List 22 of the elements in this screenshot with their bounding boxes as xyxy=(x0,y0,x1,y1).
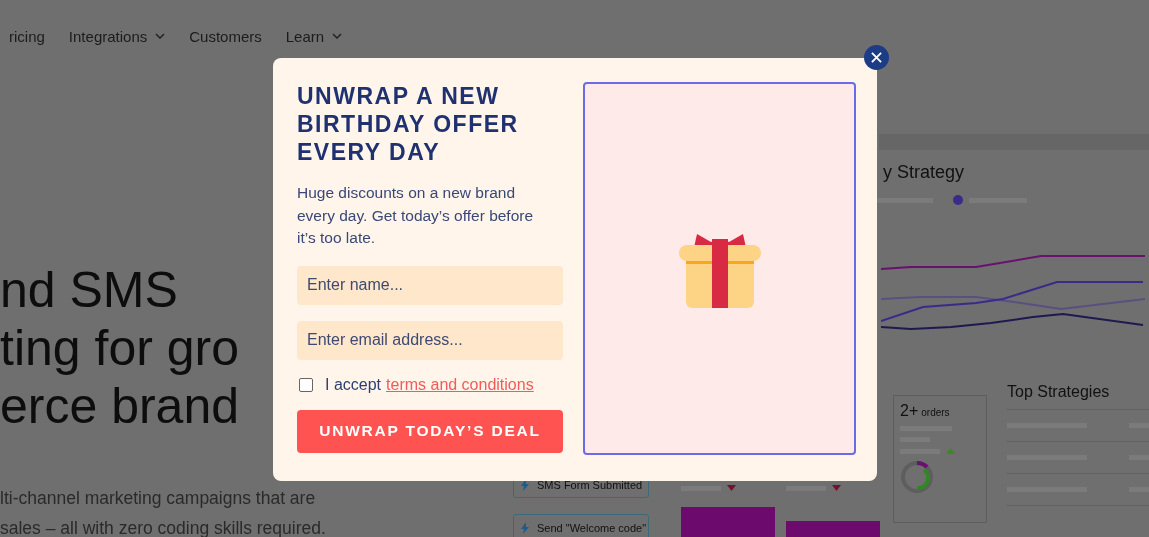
nav-link[interactable]: ricing xyxy=(9,25,45,47)
flow-step-label: SMS Form Submitted xyxy=(537,478,643,491)
stat-value: 2+ xyxy=(900,402,919,420)
hero-heading-line: ting for gro xyxy=(0,319,239,377)
hero-heading-line: erce brand xyxy=(0,377,240,435)
section-title: Top Strategies xyxy=(1007,383,1149,410)
flow-step-label: Send "Welcome code" xyxy=(537,521,647,534)
nav-link[interactable]: Integrations xyxy=(68,25,166,47)
nav-link[interactable]: Learn xyxy=(285,25,343,47)
submit-button[interactable]: UNWRAP TODAY’S DEAL xyxy=(297,409,563,453)
hero-heading-line: nd SMS xyxy=(0,261,178,319)
input-field[interactable]: Enter email address... xyxy=(297,320,563,360)
terms-link[interactable]: terms and conditions xyxy=(386,375,534,394)
input-field[interactable]: Enter name... xyxy=(297,265,563,305)
popup-title: UNWRAP A NEW BIRTHDAY OFFER EVERY DAY xyxy=(297,82,520,166)
hero-description-line: lti-channel marketing campaigns that are xyxy=(0,487,316,510)
consent-label: I accept xyxy=(325,375,382,394)
nav-link[interactable]: Customers xyxy=(189,25,262,47)
chart-title: y Strategy xyxy=(882,162,966,183)
hero-description-line: sales – all with zero coding skills required. xyxy=(0,517,326,537)
popup-description: Huge discounts on a new brand every day. Get today’s offer before it’s too late. xyxy=(297,183,535,248)
stat-unit: orders xyxy=(921,407,950,418)
